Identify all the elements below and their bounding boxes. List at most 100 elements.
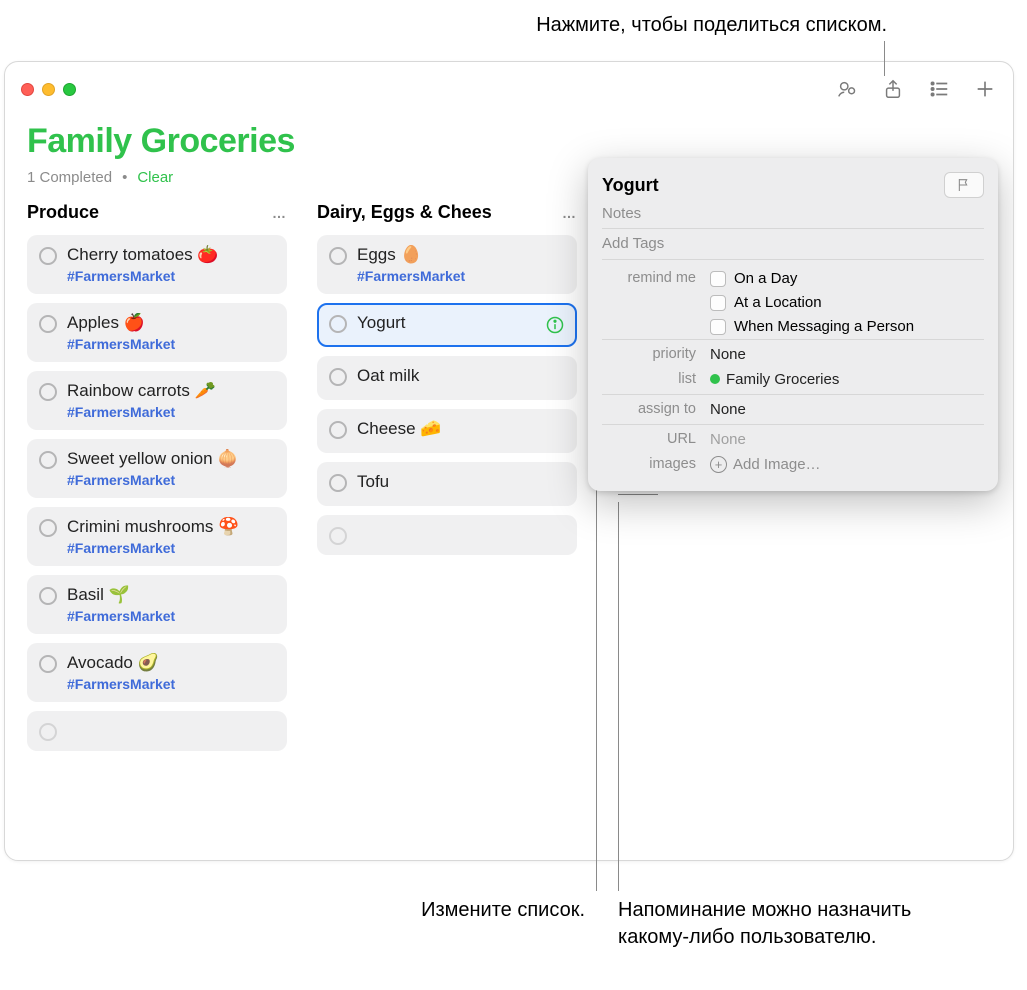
list-item[interactable]: Apples 🍎#FarmersMarket (27, 303, 287, 362)
list-item[interactable]: Eggs 🥚#FarmersMarket (317, 235, 577, 294)
leader-line (596, 464, 597, 891)
complete-toggle[interactable] (39, 315, 57, 333)
item-body: Apples 🍎#FarmersMarket (67, 313, 275, 352)
tags-field[interactable]: Add Tags (602, 228, 984, 259)
complete-toggle[interactable] (329, 421, 347, 439)
callout-change-list: Измените список. (315, 897, 585, 924)
option-label: On a Day (734, 270, 797, 287)
list-title: Family Groceries (27, 122, 991, 161)
column-title: Produce (27, 202, 99, 223)
remind-location-option[interactable]: At a Location (710, 294, 984, 311)
complete-toggle[interactable] (39, 451, 57, 469)
column-more-icon[interactable]: … (562, 205, 577, 221)
item-body: Crimini mushrooms 🍄#FarmersMarket (67, 517, 275, 556)
flag-button[interactable] (944, 172, 984, 198)
list-item[interactable]: Basil 🌱 #FarmersMarket (27, 575, 287, 634)
add-image-label: Add Image… (733, 456, 821, 473)
column-more-icon[interactable]: … (272, 205, 287, 221)
list-item[interactable]: Crimini mushrooms 🍄#FarmersMarket (27, 507, 287, 566)
inspector-popover: Yogurt Notes Add Tags remind me On a Day… (588, 158, 998, 491)
item-title: Basil 🌱 (67, 585, 275, 605)
list-item[interactable]: Yogurt (317, 303, 577, 347)
leader-line (618, 494, 658, 495)
add-image-button[interactable]: + Add Image… (710, 456, 984, 473)
item-title: Yogurt (357, 313, 535, 333)
priority-value[interactable]: None (710, 346, 984, 363)
leader-line (884, 41, 885, 76)
window-controls (21, 83, 76, 96)
list-value[interactable]: Family Groceries (710, 371, 984, 388)
assign-value[interactable]: None (710, 401, 984, 418)
titlebar (5, 62, 1013, 116)
item-title: Rainbow carrots 🥕 (67, 381, 275, 401)
callout-share: Нажмите, чтобы поделиться списком. (350, 12, 887, 39)
item-tag[interactable]: #FarmersMarket (67, 540, 275, 556)
complete-toggle[interactable] (329, 527, 347, 545)
callout-assign: Напоминание можно назначить какому-либо … (618, 897, 968, 951)
checkbox-icon[interactable] (710, 295, 726, 311)
list-item[interactable]: Cherry tomatoes 🍅#FarmersMarket (27, 235, 287, 294)
item-tag[interactable]: #FarmersMarket (357, 268, 565, 284)
complete-toggle[interactable] (329, 247, 347, 265)
complete-toggle[interactable] (329, 368, 347, 386)
list-item[interactable]: Rainbow carrots 🥕 #FarmersMarket (27, 371, 287, 430)
item-body: Cheese 🧀 (357, 419, 565, 439)
clear-button[interactable]: Clear (137, 169, 173, 186)
list-label: list (602, 371, 710, 388)
item-body: Eggs 🥚#FarmersMarket (357, 245, 565, 284)
item-body: Cherry tomatoes 🍅#FarmersMarket (67, 245, 275, 284)
remind-messaging-option[interactable]: When Messaging a Person (710, 318, 984, 335)
item-body: Rainbow carrots 🥕 #FarmersMarket (67, 381, 275, 420)
column-produce: Produce … Cherry tomatoes 🍅#FarmersMarke… (27, 202, 287, 751)
fullscreen-button[interactable] (63, 83, 76, 96)
item-tag[interactable]: #FarmersMarket (67, 336, 275, 352)
notes-field[interactable]: Notes (602, 198, 984, 228)
priority-label: priority (602, 346, 710, 363)
list-item[interactable]: Avocado 🥑#FarmersMarket (27, 643, 287, 702)
collaborate-icon[interactable] (835, 77, 859, 101)
item-title: Oat milk (357, 366, 565, 386)
list-color-dot (710, 374, 720, 384)
complete-toggle[interactable] (39, 383, 57, 401)
item-tag[interactable]: #FarmersMarket (67, 472, 275, 488)
item-body: Avocado 🥑#FarmersMarket (67, 653, 275, 692)
complete-toggle[interactable] (329, 315, 347, 333)
item-tag[interactable]: #FarmersMarket (67, 608, 275, 624)
item-tag[interactable]: #FarmersMarket (67, 676, 275, 692)
item-body: Tofu (357, 472, 565, 492)
add-icon[interactable] (973, 77, 997, 101)
item-body: Oat milk (357, 366, 565, 386)
view-icon[interactable] (927, 77, 951, 101)
new-item-placeholder[interactable] (27, 711, 287, 751)
share-icon[interactable] (881, 77, 905, 101)
url-value[interactable]: None (710, 431, 984, 448)
remind-day-option[interactable]: On a Day (710, 270, 984, 287)
complete-toggle[interactable] (39, 519, 57, 537)
item-body: Sweet yellow onion 🧅#FarmersMarket (67, 449, 275, 488)
complete-toggle[interactable] (39, 723, 57, 741)
list-item[interactable]: Oat milk (317, 356, 577, 400)
list-item[interactable]: Cheese 🧀 (317, 409, 577, 453)
checkbox-icon[interactable] (710, 319, 726, 335)
new-item-placeholder[interactable] (317, 515, 577, 555)
list-item[interactable]: Tofu (317, 462, 577, 506)
separator-dot: • (116, 169, 133, 186)
complete-toggle[interactable] (39, 655, 57, 673)
images-label: images (602, 456, 710, 473)
complete-toggle[interactable] (329, 474, 347, 492)
completed-count: 1 Completed (27, 169, 112, 186)
url-label: URL (602, 431, 710, 448)
item-title: Tofu (357, 472, 565, 492)
minimize-button[interactable] (42, 83, 55, 96)
item-tag[interactable]: #FarmersMarket (67, 268, 275, 284)
complete-toggle[interactable] (39, 247, 57, 265)
item-tag[interactable]: #FarmersMarket (67, 404, 275, 420)
complete-toggle[interactable] (39, 587, 57, 605)
info-icon[interactable] (545, 315, 565, 335)
close-button[interactable] (21, 83, 34, 96)
assign-label: assign to (602, 401, 710, 418)
checkbox-icon[interactable] (710, 271, 726, 287)
list-item[interactable]: Sweet yellow onion 🧅#FarmersMarket (27, 439, 287, 498)
app-window: Family Groceries 1 Completed • Clear Pro… (4, 61, 1014, 861)
item-body: Basil 🌱 #FarmersMarket (67, 585, 275, 624)
